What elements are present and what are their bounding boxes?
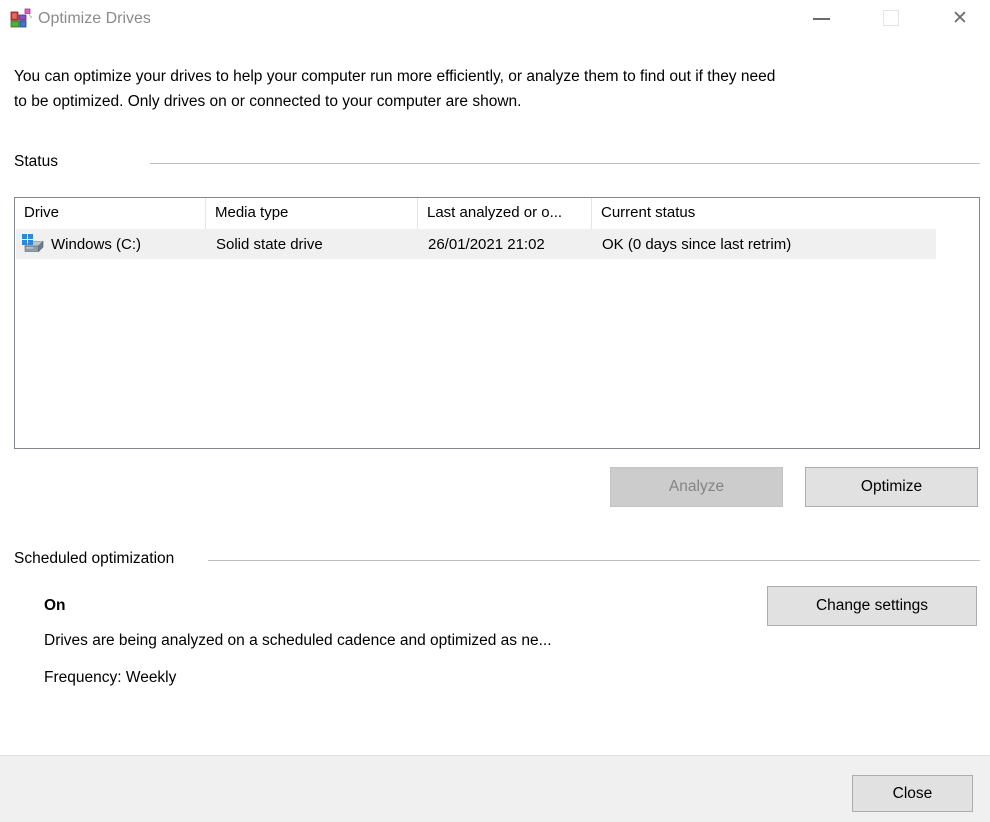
dialog-description: You can optimize your drives to help you… (14, 64, 944, 114)
scheduled-description: Drives are being analyzed on a scheduled… (44, 632, 552, 650)
change-settings-button[interactable]: Change settings (767, 586, 977, 626)
close-window-button[interactable]: ✕ (937, 0, 983, 36)
drives-table-header: Drive Media type Last analyzed or o... C… (15, 198, 979, 229)
cell-last-analyzed: 26/01/2021 21:02 (419, 236, 593, 253)
optimize-drives-app-icon (10, 8, 32, 30)
status-section-label: Status (14, 153, 58, 171)
drives-table: Drive Media type Last analyzed or o... C… (14, 197, 980, 449)
column-header-media-type[interactable]: Media type (206, 198, 418, 229)
column-header-current-status[interactable]: Current status (592, 198, 935, 229)
description-line-1: You can optimize your drives to help you… (14, 64, 944, 89)
scheduled-state: On (44, 597, 66, 615)
cell-drive-label: Windows (C:) (51, 236, 141, 253)
scheduled-section-label: Scheduled optimization (14, 550, 174, 568)
close-icon: ✕ (952, 9, 968, 28)
minimize-button[interactable] (798, 0, 844, 36)
windows-drive-icon (21, 233, 45, 255)
close-button[interactable]: Close (852, 775, 973, 812)
description-line-2: to be optimized. Only drives on or conne… (14, 89, 944, 114)
scheduled-separator-line (208, 560, 980, 561)
cell-drive: Windows (C:) (16, 233, 207, 255)
status-separator-line (150, 163, 980, 164)
minimize-icon (813, 18, 830, 20)
scheduled-frequency: Frequency: Weekly (44, 669, 176, 687)
column-header-drive[interactable]: Drive (15, 198, 206, 229)
column-header-last-analyzed[interactable]: Last analyzed or o... (418, 198, 592, 229)
cell-media-type: Solid state drive (207, 236, 419, 253)
table-row-windows-c[interactable]: Windows (C:) Solid state drive 26/01/202… (16, 229, 936, 259)
title-bar: Optimize Drives ✕ (0, 0, 990, 38)
cell-current-status: OK (0 days since last retrim) (593, 236, 936, 253)
window-title: Optimize Drives (38, 10, 151, 28)
optimize-button[interactable]: Optimize (805, 467, 978, 507)
maximize-icon (883, 10, 899, 26)
maximize-button[interactable] (868, 0, 914, 36)
dialog-footer (0, 755, 990, 822)
analyze-button[interactable]: Analyze (610, 467, 783, 507)
